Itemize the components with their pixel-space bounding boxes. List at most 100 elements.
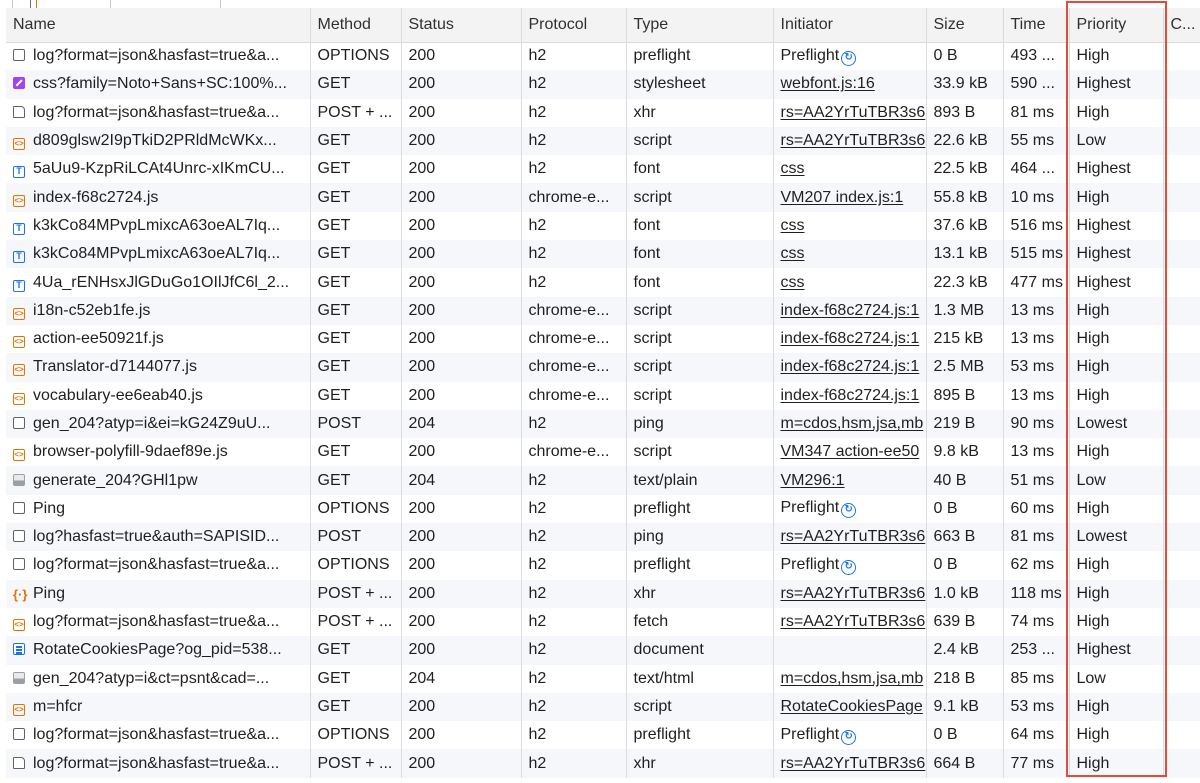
table-row[interactable]: Tk3kCo84MPvpLmixcA63oeAL7Iq... GET 200 h2 fo… xyxy=(6,211,1200,241)
cell-initiator[interactable]: index-f68c2724.js:1 xyxy=(772,324,926,354)
initiator-text: m=cdos,hsm,jsa,mb xyxy=(780,415,924,432)
cell-name[interactable]: log?format=json&hasfast=true&a... xyxy=(6,749,310,778)
table-row[interactable]: log?hasfast=true&auth=SAPISID... POST 200 h… xyxy=(6,523,1200,552)
table-row[interactable]: Tk3kCo84MPvpLmixcA63oeAL7Iq... GET 200 h2 fo… xyxy=(6,240,1200,269)
preflight-link-icon[interactable]: ↻ xyxy=(841,50,857,66)
cell-initiator[interactable]: m=cdos,hsm,jsa,mb xyxy=(772,409,926,439)
initiator-text: rs=AA2YrTuTBR3s6 xyxy=(780,103,926,121)
table-row[interactable]: log?format=json&hasfast=true&a... OPTIONS… xyxy=(6,721,1200,750)
table-row[interactable]: {·} Ping POST + ... 200 h2 xhr rs=AA2YrTuTBR3s… xyxy=(6,579,1200,608)
cell-initiator[interactable]: index-f68c2724.js:1 xyxy=(772,353,926,382)
cell-name[interactable]: log?format=json&hasfast=true&a... xyxy=(6,99,310,127)
table-row[interactable]: <> index-f68c2724.js GET 200 chrome-e... scri… xyxy=(6,183,1200,212)
table-row[interactable]: Ping OPTIONS 200 h2 preflight Preflight ↻ 0 B 60… xyxy=(6,494,1200,524)
cell-initiator[interactable]: webfont.js:16 xyxy=(772,70,926,99)
cell-name[interactable]: css?family=Noto+Sans+SC:100%... xyxy=(6,70,310,99)
cell-time: 62 ms xyxy=(1002,551,1069,580)
cell-initiator[interactable]: css xyxy=(772,240,926,269)
initiator-text: webfont.js:16 xyxy=(780,75,875,93)
cell-name[interactable]: <> log?format=json&hasfast=true&a... xyxy=(6,608,310,636)
cell-initiator[interactable]: index-f68c2724.js:1 xyxy=(772,381,926,410)
cell-initiator[interactable]: rs=AA2YrTuTBR3s6 xyxy=(772,98,926,127)
table-row[interactable]: <> action-ee50921f.js GET 200 chrome-e... scr… xyxy=(6,324,1200,354)
cell-name[interactable]: log?format=json&hasfast=true&a... xyxy=(6,721,310,749)
table-row[interactable]: gen_204?atyp=i&ct=psnt&cad=... GET 204 h2 te… xyxy=(6,664,1200,693)
cell-name[interactable]: <> index-f68c2724.js xyxy=(6,183,310,212)
cell-name[interactable]: generate_204?GHl1pw xyxy=(6,466,310,495)
cell-name[interactable]: <> d809glsw2I9pTkiD2PRldMcWKx... xyxy=(6,126,310,156)
cell-name[interactable]: T 5aUu9-KzpRiLCAt4Unrc-xIKmCU... xyxy=(6,155,310,183)
table-row[interactable]: gen_204?atyp=i&ei=kG24Z9uU... POST 204 h2 pi… xyxy=(6,409,1200,439)
cell-name[interactable]: T 4Ua_rENHsxJlGDuGo1OIlJfC6l_2... xyxy=(6,268,310,296)
cell-initiator[interactable]: m=cdos,hsm,jsa,mb xyxy=(772,664,926,693)
table-row[interactable]: log?format=json&hasfast=true&a... OPTIONS… xyxy=(6,42,1200,71)
table-row[interactable]: T 5aUu9-KzpRiLCAt4Unrc-xIKmCU... GET 200 h2 f… xyxy=(6,155,1200,184)
cell-protocol: h2 xyxy=(520,126,626,156)
cell-initiator[interactable]: css xyxy=(772,268,926,297)
font-icon: T xyxy=(13,222,25,235)
column-header-priority[interactable]: Priority xyxy=(1068,8,1163,43)
cell-initiator[interactable]: rs=AA2YrTuTBR3s6 xyxy=(772,749,926,778)
cell-status: 200 xyxy=(400,438,521,467)
column-header-cookies[interactable]: C... xyxy=(1162,8,1200,43)
table-row[interactable]: <> d809glsw2I9pTkiD2PRldMcWKx... GET 200 h2 s… xyxy=(6,126,1200,156)
cell-name[interactable]: <> browser-polyfill-9daef89e.js xyxy=(6,438,310,466)
stylesheet-icon xyxy=(13,77,25,90)
column-header-status[interactable]: Status xyxy=(400,8,521,43)
initiator-text: Preflight xyxy=(780,725,840,743)
table-row[interactable]: <> Translator-d7144077.js GET 200 chrome-e..… xyxy=(6,353,1200,382)
cell-name[interactable]: <> i18n-c52eb1fe.js xyxy=(6,296,310,325)
cell-initiator[interactable]: VM347 action-ee50 xyxy=(772,438,926,467)
cell-type: preflight xyxy=(625,494,773,524)
column-header-type[interactable]: Type xyxy=(625,8,773,43)
cell-initiator[interactable]: rs=AA2YrTuTBR3s6 xyxy=(772,607,926,637)
column-header-method[interactable]: Method xyxy=(309,8,401,43)
cell-name[interactable]: log?hasfast=true&auth=SAPISID... xyxy=(6,523,310,552)
cell-name[interactable]: <> vocabulary-ee6eab40.js xyxy=(6,382,310,410)
table-row[interactable]: <> vocabulary-ee6eab40.js GET 200 chrome-e..… xyxy=(6,381,1200,410)
column-header-time[interactable]: Time xyxy=(1002,8,1069,43)
cell-name[interactable]: log?format=json&hasfast=true&a... xyxy=(6,42,310,70)
table-row[interactable]: log?format=json&hasfast=true&a... POST + … xyxy=(6,98,1200,127)
table-row[interactable]: RotateCookiesPage?og_pid=538... GET 200 h2 d… xyxy=(6,636,1200,665)
table-row[interactable]: <> m=hfcr GET 200 h2 script RotateCookiesPage 9… xyxy=(6,692,1200,722)
column-header-name[interactable]: Name xyxy=(6,8,310,43)
cell-initiator[interactable]: index-f68c2724.js:1 xyxy=(772,296,926,325)
cell-name[interactable]: log?format=json&hasfast=true&a... xyxy=(6,551,310,579)
table-row[interactable]: log?format=json&hasfast=true&a... OPTIONS… xyxy=(6,551,1200,580)
cell-initiator[interactable]: VM207 index.js:1 xyxy=(772,183,926,212)
cell-initiator[interactable]: VM296:1 xyxy=(772,466,926,495)
preflight-link-icon[interactable]: ↻ xyxy=(841,559,857,575)
cell-name[interactable]: gen_204?atyp=i&ct=psnt&cad=... xyxy=(6,665,310,693)
cell-protocol: h2 xyxy=(520,664,626,693)
column-header-protocol[interactable]: Protocol xyxy=(520,8,626,43)
cell-initiator[interactable]: rs=AA2YrTuTBR3s6 xyxy=(772,523,926,552)
table-row[interactable]: T 4Ua_rENHsxJlGDuGo1OIlJfC6l_2... GET 200 h2… xyxy=(6,268,1200,297)
table-row[interactable]: css?family=Noto+Sans+SC:100%... GET 200 h2 s… xyxy=(6,70,1200,99)
cell-initiator[interactable]: rs=AA2YrTuTBR3s6 xyxy=(772,579,926,608)
cell-name[interactable]: <> m=hfcr xyxy=(6,692,310,722)
cell-size: 893 B xyxy=(925,98,1003,127)
cell-name[interactable]: gen_204?atyp=i&ei=kG24Z9uU... xyxy=(6,409,310,439)
table-row[interactable]: generate_204?GHl1pw GET 204 h2 text/plain VM2… xyxy=(6,466,1200,495)
cell-name[interactable]: <> action-ee50921f.js xyxy=(6,325,310,353)
cell-name[interactable]: <> Translator-d7144077.js xyxy=(6,353,310,382)
cell-initiator[interactable]: RotateCookiesPage xyxy=(772,692,926,722)
preflight-link-icon[interactable]: ↻ xyxy=(841,503,857,519)
column-header-initiator[interactable]: Initiator xyxy=(772,8,926,43)
cell-time: 515 ms xyxy=(1002,240,1069,269)
cell-name[interactable]: RotateCookiesPage?og_pid=538... xyxy=(6,636,310,665)
table-row[interactable]: <> browser-polyfill-9daef89e.js GET 200 chro… xyxy=(6,438,1200,467)
cell-initiator[interactable]: css xyxy=(772,211,926,241)
cell-initiator[interactable]: css xyxy=(772,155,926,184)
table-row[interactable]: <> i18n-c52eb1fe.js GET 200 chrome-e... scrip… xyxy=(6,296,1200,325)
cell-initiator[interactable]: rs=AA2YrTuTBR3s6 xyxy=(772,126,926,156)
cell-name[interactable]: Tk3kCo84MPvpLmixcA63oeAL7Iq... xyxy=(6,240,310,269)
cell-name[interactable]: Ping xyxy=(6,495,310,523)
cell-name[interactable]: Tk3kCo84MPvpLmixcA63oeAL7Iq... xyxy=(6,212,310,240)
cell-name[interactable]: {·} Ping xyxy=(6,579,310,608)
preflight-link-icon[interactable]: ↻ xyxy=(841,729,857,745)
column-header-size[interactable]: Size xyxy=(925,8,1003,43)
table-row[interactable]: log?format=json&hasfast=true&a... POST + … xyxy=(6,749,1200,778)
table-row[interactable]: <> log?format=json&hasfast=true&a... POST … xyxy=(6,607,1200,637)
